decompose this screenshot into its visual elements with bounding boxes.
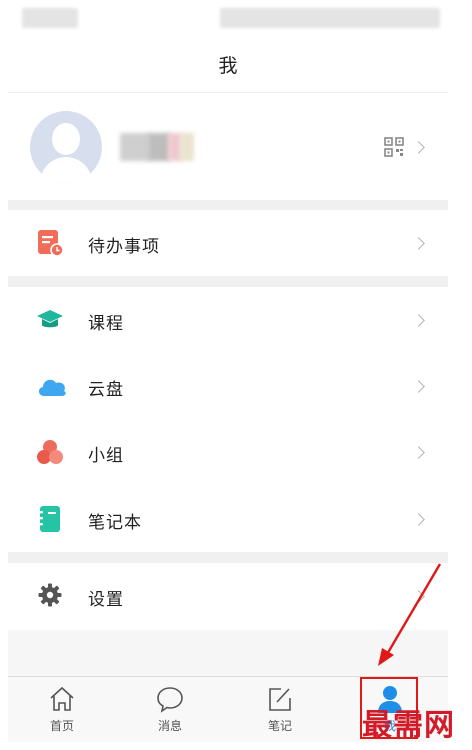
cloud-icon [38, 379, 66, 396]
annotation-arrow [378, 563, 442, 666]
tab-label-home: 首页 [49, 719, 74, 733]
tab-home[interactable]: 首页 [22, 677, 102, 742]
page-title: 我 [218, 54, 238, 77]
menu-item-notebook[interactable]: 笔记本 [8, 486, 448, 552]
tab-label-messages: 消息 [157, 719, 182, 733]
group-circles-icon [37, 440, 63, 464]
chevron-right-icon [412, 513, 425, 526]
note-edit-icon [269, 688, 291, 711]
tab-notes[interactable]: 笔记 [240, 677, 320, 742]
nav-bar: 我 [8, 36, 448, 93]
message-bubble-icon [157, 687, 183, 713]
status-icons-blurred [220, 8, 440, 28]
chevron-right-icon [412, 380, 425, 393]
tab-messages[interactable]: 消息 [130, 677, 210, 742]
menu-label-settings: 设置 [88, 590, 124, 610]
status-bar [8, 0, 448, 36]
menu-label-notebook: 笔记本 [88, 513, 142, 533]
section-divider [8, 200, 448, 210]
menu-label-todo: 待办事项 [88, 237, 160, 257]
graduation-cap-icon [37, 310, 63, 328]
app-screen: 我 待办事项 课程 云盘 小组 笔记本 设置 首页 消息 笔记 我 [8, 0, 448, 742]
menu-item-group[interactable]: 小组 [8, 419, 448, 486]
chevron-right-icon [412, 141, 425, 154]
watermark-logo: 最需网 [362, 708, 455, 743]
todo-list-icon [38, 230, 64, 257]
avatar[interactable] [30, 111, 102, 183]
menu-item-cloud[interactable]: 云盘 [8, 353, 448, 419]
menu-label-cloud: 云盘 [88, 380, 124, 400]
profile-card[interactable] [8, 93, 448, 200]
status-time-blurred [22, 8, 78, 28]
chevron-right-icon [412, 314, 425, 327]
menu-item-todo[interactable]: 待办事项 [8, 210, 448, 276]
home-icon [50, 686, 74, 711]
notebook-icon [38, 506, 60, 532]
chevron-right-icon [412, 446, 425, 459]
gear-icon [38, 583, 62, 607]
tab-label-notes: 笔记 [267, 719, 292, 733]
section-divider [8, 276, 448, 287]
menu-label-course: 课程 [88, 314, 124, 334]
menu-label-group: 小组 [88, 446, 124, 466]
qr-code-icon[interactable] [384, 137, 404, 157]
menu-item-course[interactable]: 课程 [8, 287, 448, 353]
username-blurred [120, 133, 194, 161]
chevron-right-icon [412, 237, 425, 250]
